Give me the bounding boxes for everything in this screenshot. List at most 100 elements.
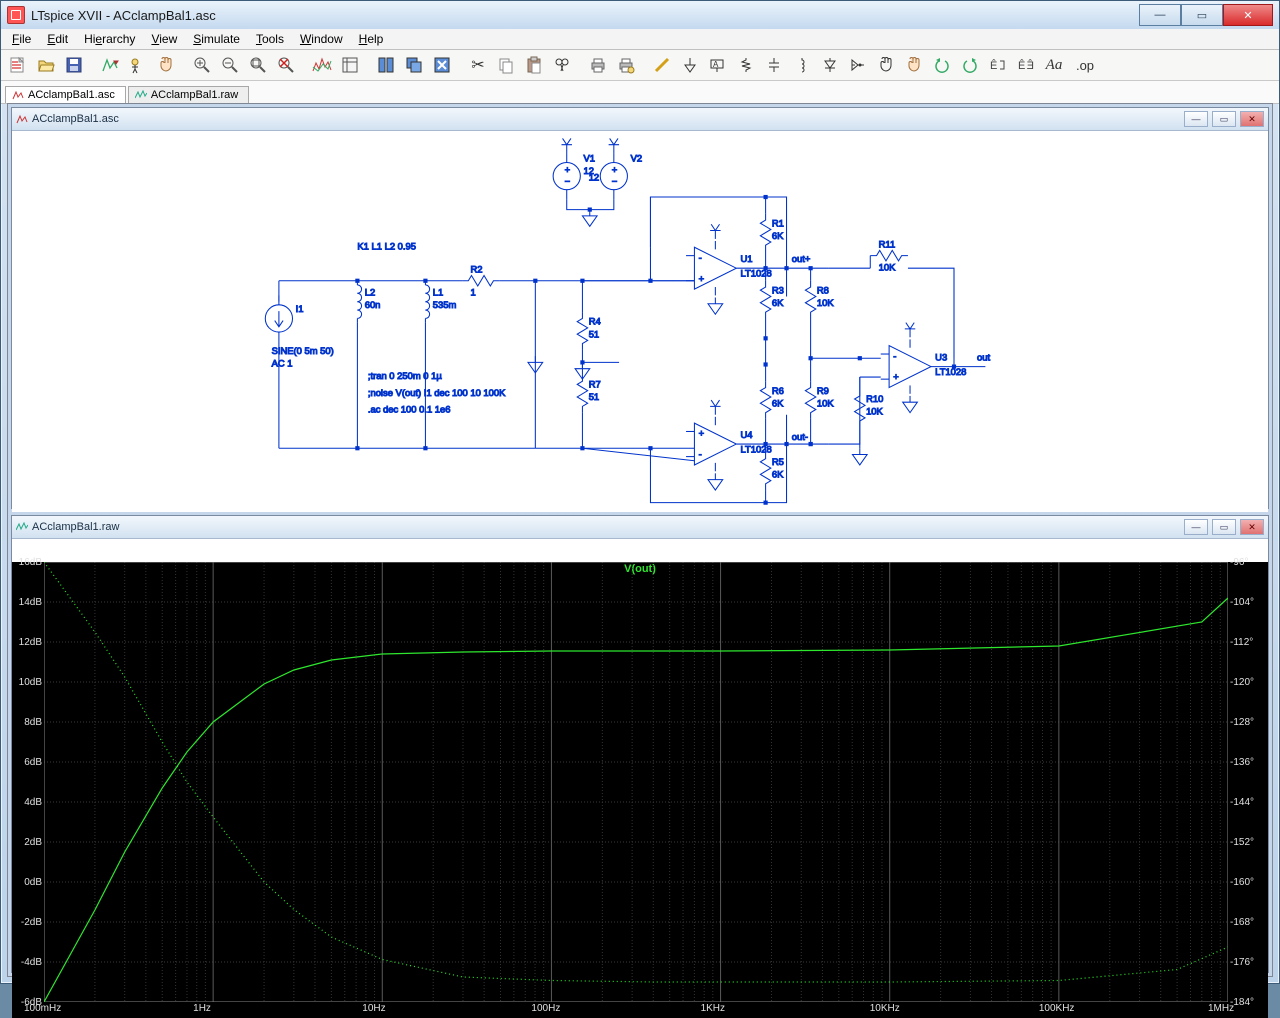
halt-button[interactable]	[125, 52, 151, 78]
rotate-button[interactable]: Ê	[985, 52, 1011, 78]
plot-area[interactable]	[44, 562, 1228, 1002]
svg-text:out-: out-	[792, 431, 808, 442]
waveform-close-button[interactable]: ✕	[1240, 519, 1264, 535]
mirror-button[interactable]: ÊÊ	[1013, 52, 1039, 78]
tab-schematic-label: ACclampBal1.asc	[28, 89, 115, 101]
pan-button[interactable]	[153, 52, 179, 78]
cut-button[interactable]: ✂	[465, 52, 491, 78]
paste-button[interactable]	[521, 52, 547, 78]
svg-text:−: −	[565, 175, 571, 186]
draw-wire-button[interactable]	[649, 52, 675, 78]
svg-text:10K: 10K	[817, 397, 834, 408]
print-setup-button[interactable]	[613, 52, 639, 78]
waveform-max-button[interactable]: ▭	[1212, 519, 1236, 535]
new-schematic-button[interactable]	[5, 52, 31, 78]
autorange-button[interactable]	[309, 52, 335, 78]
svg-text:R9: R9	[817, 385, 829, 396]
move-button[interactable]	[873, 52, 899, 78]
waveform-window[interactable]: ACclampBal1.raw — ▭ ✕ V(out) 16dB14dB12d…	[11, 515, 1269, 973]
text-button[interactable]: Aa	[1041, 52, 1067, 78]
svg-text:51: 51	[589, 328, 599, 339]
menu-tools[interactable]: Tools	[249, 31, 291, 47]
svg-text:10K: 10K	[866, 406, 883, 417]
tab-waveform[interactable]: ACclampBal1.raw	[128, 86, 249, 103]
cascade-button[interactable]	[401, 52, 427, 78]
zoom-back-button[interactable]	[273, 52, 299, 78]
redo-button[interactable]	[957, 52, 983, 78]
toolbar: ✂ A Ê ÊÊ Aa .op	[1, 50, 1279, 81]
svg-text:+: +	[893, 371, 899, 382]
waveform-title: ACclampBal1.raw	[32, 521, 1180, 533]
y-axis-right: -96°-104°-112°-120°-128°-136°-144°-152°-…	[1228, 562, 1268, 1002]
print-button[interactable]	[585, 52, 611, 78]
close-button[interactable]: ✕	[1223, 4, 1273, 26]
menu-view[interactable]: View	[144, 31, 184, 47]
svg-text:+: +	[699, 428, 705, 439]
menu-window[interactable]: Window	[293, 31, 350, 47]
tile-button[interactable]	[373, 52, 399, 78]
copy-button[interactable]	[493, 52, 519, 78]
menu-file[interactable]: File	[5, 31, 38, 47]
inductor-button[interactable]	[789, 52, 815, 78]
waveform-min-button[interactable]: —	[1184, 519, 1208, 535]
svg-text:10K: 10K	[817, 297, 834, 308]
menu-help[interactable]: Help	[352, 31, 391, 47]
schematic-titlebar[interactable]: ACclampBal1.asc — ▭ ✕	[12, 108, 1268, 131]
open-button[interactable]	[33, 52, 59, 78]
schematic-close-button[interactable]: ✕	[1240, 111, 1264, 127]
zoom-out-button[interactable]	[217, 52, 243, 78]
svg-text:Ê: Ê	[1027, 59, 1034, 72]
svg-text:R3: R3	[772, 284, 784, 295]
svg-text:R5: R5	[772, 456, 784, 467]
svg-text:12: 12	[589, 171, 599, 182]
run-button[interactable]	[97, 52, 123, 78]
svg-text:U3: U3	[935, 351, 947, 362]
find-button[interactable]	[549, 52, 575, 78]
resistor-button[interactable]	[733, 52, 759, 78]
save-button[interactable]	[61, 52, 87, 78]
mdi-client-area: ACclampBal1.asc — ▭ ✕ I1SINE(0 5m 50)AC …	[7, 103, 1273, 977]
schematic-max-button[interactable]: ▭	[1212, 111, 1236, 127]
label-net-button[interactable]: A	[705, 52, 731, 78]
zoom-fit-button[interactable]	[245, 52, 271, 78]
drag-button[interactable]	[901, 52, 927, 78]
svg-text:R10: R10	[866, 393, 883, 404]
menu-hierarchy[interactable]: Hierarchy	[77, 31, 142, 47]
titlebar[interactable]: LTspice XVII - ACclampBal1.asc — ▭ ✕	[1, 1, 1279, 29]
svg-text:V2: V2	[631, 152, 643, 163]
schematic-window[interactable]: ACclampBal1.asc — ▭ ✕ I1SINE(0 5m 50)AC …	[11, 107, 1269, 509]
svg-text:SINE(0 5m 50): SINE(0 5m 50)	[272, 345, 334, 356]
maximize-button[interactable]: ▭	[1181, 4, 1223, 26]
setup-button[interactable]	[337, 52, 363, 78]
svg-text:out+: out+	[792, 253, 811, 264]
diode-button[interactable]	[817, 52, 843, 78]
spice-directive-button[interactable]: .op	[1069, 52, 1101, 78]
capacitor-button[interactable]	[761, 52, 787, 78]
svg-text:A: A	[713, 60, 719, 69]
undo-button[interactable]	[929, 52, 955, 78]
svg-text:K1 L1 L2 0.95: K1 L1 L2 0.95	[357, 240, 416, 251]
waveform-titlebar[interactable]: ACclampBal1.raw — ▭ ✕	[12, 516, 1268, 539]
minimize-button[interactable]: —	[1139, 4, 1181, 26]
svg-text:+: +	[565, 164, 571, 175]
svg-text:U1: U1	[740, 253, 752, 264]
svg-text:AC 1: AC 1	[272, 358, 293, 369]
window-title: LTspice XVII - ACclampBal1.asc	[31, 8, 1139, 23]
svg-text:10K: 10K	[879, 261, 896, 272]
ground-button[interactable]	[677, 52, 703, 78]
svg-text:51: 51	[589, 391, 599, 402]
zoom-in-button[interactable]	[189, 52, 215, 78]
close-window-button[interactable]	[429, 52, 455, 78]
tab-schematic[interactable]: ACclampBal1.asc	[5, 86, 126, 103]
component-button[interactable]	[845, 52, 871, 78]
plot-canvas[interactable]: V(out) 16dB14dB12dB10dB8dB6dB4dB2dB0dB-2…	[12, 562, 1268, 1018]
schematic-min-button[interactable]: —	[1184, 111, 1208, 127]
menu-simulate[interactable]: Simulate	[186, 31, 247, 47]
svg-text:;tran 0 250m 0 1µ: ;tran 0 250m 0 1µ	[368, 370, 442, 381]
schematic-canvas[interactable]: I1SINE(0 5m 50)AC 1L260nL1535mK1 L1 L2 0…	[12, 131, 1268, 531]
menu-edit[interactable]: Edit	[40, 31, 75, 47]
svg-text:U4: U4	[740, 429, 752, 440]
svg-text:-: -	[699, 252, 702, 263]
svg-text:L2: L2	[365, 286, 375, 297]
svg-text:;noise V(out) I1 dec 100 10 10: ;noise V(out) I1 dec 100 10 100K	[368, 387, 506, 398]
